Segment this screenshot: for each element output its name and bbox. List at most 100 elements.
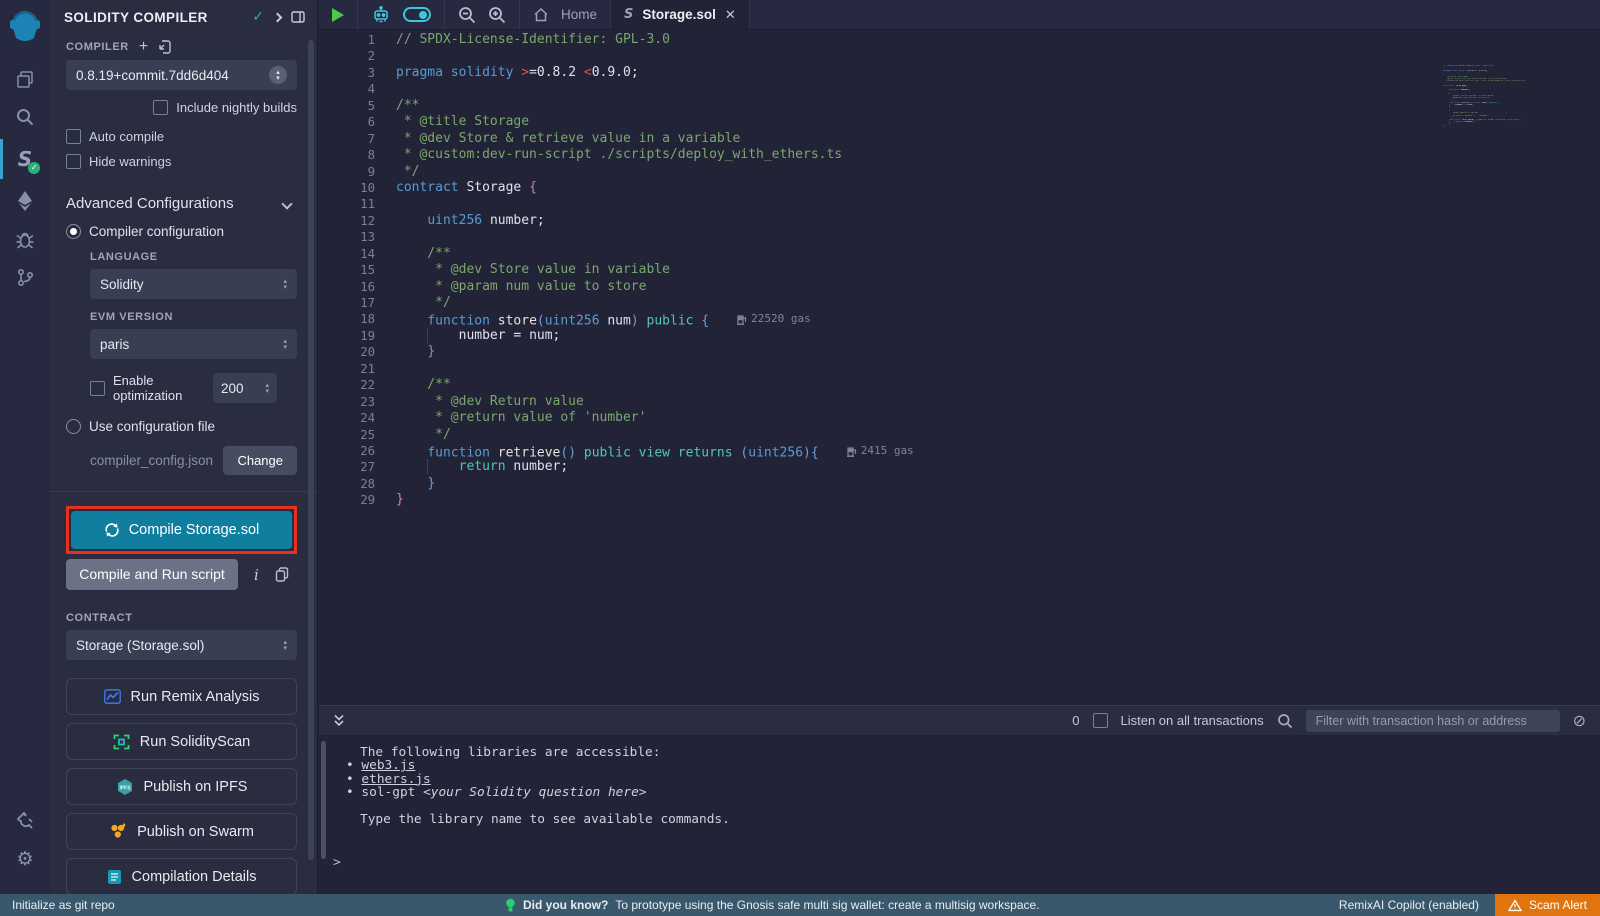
compile-button[interactable]: Compile Storage.sol <box>71 511 292 549</box>
close-tab-icon[interactable]: ✕ <box>725 7 736 23</box>
swarm-icon <box>109 823 127 840</box>
line-number: 16 <box>319 279 375 295</box>
publish-ipfs-button[interactable]: IPFS Publish on IPFS <box>66 768 297 805</box>
hide-warnings-checkbox[interactable] <box>66 154 81 169</box>
copilot-toggle[interactable] <box>403 7 431 22</box>
line-number: 2 <box>319 48 375 64</box>
compiler-section-label: COMPILER <box>66 41 129 53</box>
use-config-file-radio[interactable] <box>66 419 81 434</box>
line-number: 29 <box>319 492 375 508</box>
deploy-run-icon[interactable] <box>0 182 50 220</box>
details-doc-icon <box>107 869 122 885</box>
code-lines: 1// SPDX-License-Identifier: GPL-3.023pr… <box>319 32 1600 509</box>
compiler-config-radio[interactable] <box>66 224 81 239</box>
code-line: 6 * @title Storage <box>319 114 1600 130</box>
code-line: 14 /** <box>319 246 1600 262</box>
add-compiler-icon[interactable]: + <box>139 41 148 53</box>
language-stepper-icon: ▴▾ <box>283 278 287 290</box>
code-line: 27 return number; <box>319 459 1600 475</box>
listen-transactions-checkbox[interactable] <box>1093 713 1108 728</box>
code-line: 22 /** <box>319 377 1600 393</box>
debugger-icon[interactable] <box>0 220 50 258</box>
compilation-details-label: Compilation Details <box>132 869 257 885</box>
compile-and-run-button[interactable]: Compile and Run script <box>66 559 238 590</box>
chevron-down-icon[interactable] <box>281 198 292 209</box>
tab-home[interactable]: Home <box>520 0 611 29</box>
ipfs-icon: IPFS <box>116 778 134 796</box>
terminal-prompt[interactable]: > <box>333 856 1600 869</box>
code-line: 11 <box>319 196 1600 212</box>
code-line: 3pragma solidity >=0.8.2 <0.9.0; <box>319 65 1600 81</box>
info-icon[interactable]: i <box>254 566 259 584</box>
panel-scrollbar[interactable] <box>308 40 314 860</box>
auto-compile-checkbox[interactable] <box>66 129 81 144</box>
nightly-builds-checkbox[interactable] <box>153 100 168 115</box>
copilot-status[interactable]: RemixAI Copilot (enabled) <box>1339 898 1479 912</box>
zoom-out-icon[interactable] <box>458 6 476 24</box>
tab-storage-sol[interactable]: S Storage.sol ✕ <box>611 0 750 29</box>
advanced-config-title: Advanced Configurations <box>66 195 275 212</box>
change-config-button[interactable]: Change <box>223 446 297 475</box>
optimization-runs-input[interactable]: 200 ▴▾ <box>213 373 277 403</box>
warning-triangle-icon <box>1508 899 1522 912</box>
terminal: 0 Listen on all transactions ⊘ The follo… <box>319 705 1600 894</box>
code-editor[interactable]: 1// SPDX-License-Identifier: GPL-3.023pr… <box>319 30 1600 705</box>
terminal-scrollbar[interactable] <box>321 741 326 859</box>
settings-gear-icon[interactable]: ⚙ <box>0 840 50 878</box>
runs-stepper-icon: ▴▾ <box>265 382 269 394</box>
panel-title: SOLIDITY COMPILER <box>64 10 242 25</box>
terminal-output[interactable]: The following libraries are accessible:•… <box>319 735 1600 894</box>
ai-copilot-robot-icon[interactable] <box>371 6 391 24</box>
zoom-in-icon[interactable] <box>488 6 506 24</box>
evm-version-label: EVM VERSION <box>90 311 297 323</box>
search-icon[interactable] <box>0 98 50 136</box>
line-number: 12 <box>319 213 375 229</box>
scam-alert-badge[interactable]: Scam Alert <box>1495 894 1600 916</box>
status-bar: Initialize as git repo Did you know? To … <box>0 894 1600 916</box>
transaction-filter-input[interactable] <box>1306 710 1560 732</box>
import-compiler-icon[interactable] <box>158 40 171 54</box>
terminal-line: • ethers.js <box>333 773 1600 786</box>
line-number: 18 <box>319 311 375 327</box>
collapse-terminal-icon[interactable] <box>333 714 345 727</box>
line-number: 15 <box>319 262 375 278</box>
compilation-details-button[interactable]: Compilation Details <box>66 858 297 894</box>
nightly-builds-label: Include nightly builds <box>176 100 297 115</box>
evm-version-select[interactable]: paris ▴▾ <box>90 329 297 359</box>
language-select[interactable]: Solidity ▴▾ <box>90 269 297 299</box>
enable-optimization-checkbox[interactable] <box>90 381 105 396</box>
plugin-manager-icon[interactable] <box>0 802 50 840</box>
pin-panel-icon[interactable] <box>291 11 305 23</box>
remix-logo-icon[interactable] <box>7 8 43 46</box>
run-remix-analysis-button[interactable]: Run Remix Analysis <box>66 678 297 715</box>
code-line: 18 function store(uint256 num) public {2… <box>319 311 1600 327</box>
line-number: 24 <box>319 410 375 426</box>
run-script-button[interactable] <box>319 0 358 29</box>
config-file-name[interactable]: compiler_config.json <box>90 453 215 468</box>
file-explorer-icon[interactable] <box>0 60 50 98</box>
enable-optimization-label: Enable optimization <box>113 373 205 403</box>
compiler-version-select[interactable]: 0.8.19+commit.7dd6d404 ▴▾ <box>66 60 297 90</box>
divider <box>50 491 317 492</box>
git-branch-icon[interactable] <box>0 258 50 296</box>
play-icon <box>332 8 344 22</box>
version-stepper-icon: ▴▾ <box>269 66 287 84</box>
solidity-compiler-icon[interactable]: S✓ <box>0 136 50 182</box>
line-number: 13 <box>319 229 375 245</box>
line-number: 7 <box>319 131 375 147</box>
copy-icon[interactable] <box>275 567 289 582</box>
clear-console-icon[interactable]: ⊘ <box>1573 711 1586 730</box>
contract-select[interactable]: Storage (Storage.sol) ▴▾ <box>66 630 297 660</box>
git-init-button[interactable]: Initialize as git repo <box>12 898 115 912</box>
terminal-header: 0 Listen on all transactions ⊘ <box>319 705 1600 735</box>
line-number: 9 <box>319 164 375 180</box>
run-solidityscan-button[interactable]: Run SolidityScan <box>66 723 297 760</box>
terminal-search-icon[interactable] <box>1277 713 1293 729</box>
chevron-right-icon[interactable] <box>273 12 283 22</box>
run-remix-analysis-label: Run Remix Analysis <box>131 689 260 705</box>
line-number: 11 <box>319 196 375 212</box>
code-line: 26 function retrieve() public view retur… <box>319 443 1600 459</box>
svg-text:IPFS: IPFS <box>119 785 131 791</box>
publish-swarm-button[interactable]: Publish on Swarm <box>66 813 297 850</box>
home-tab-label: Home <box>561 7 597 22</box>
